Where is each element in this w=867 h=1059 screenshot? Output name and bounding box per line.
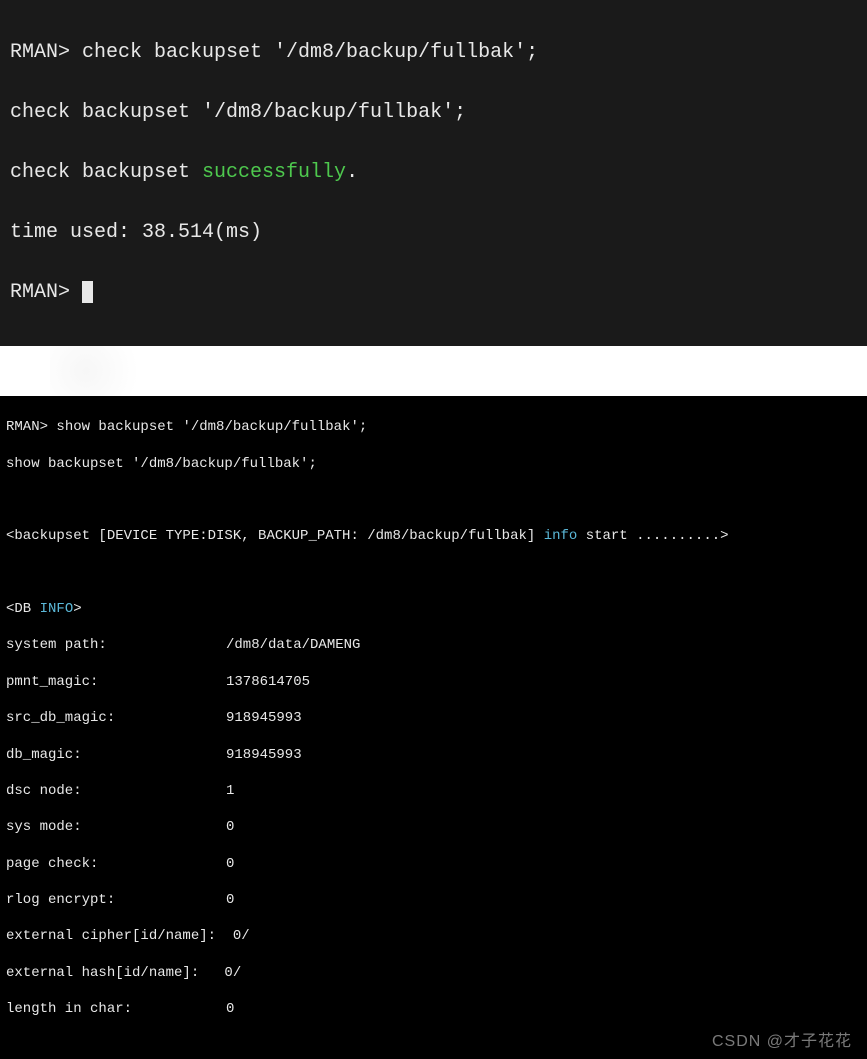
kv-row: rlog encrypt:0: [6, 891, 861, 909]
success-text: successfully: [202, 161, 346, 184]
kv-label: dsc node:: [6, 782, 226, 800]
blank-line: [6, 564, 861, 582]
kv-row: dsc node:1: [6, 782, 861, 800]
command-line-1: RMAN> check backupset '/dm8/backup/fullb…: [10, 38, 857, 68]
kv-label: length in char:: [6, 1000, 226, 1018]
info-keyword: info: [544, 528, 578, 544]
rman-prompt: RMAN>: [6, 419, 56, 435]
kv-value: /dm8/data/DAMENG: [226, 637, 360, 653]
kv-row: src_db_magic:918945993: [6, 709, 861, 727]
kv-row: sys mode:0: [6, 818, 861, 836]
kv-label: src_db_magic:: [6, 709, 226, 727]
echo-line-2: show backupset '/dm8/backup/fullbak';: [6, 455, 861, 473]
cursor-icon: [82, 281, 93, 303]
kv-row: db_magic:918945993: [6, 746, 861, 764]
kv-value: 0: [226, 856, 234, 872]
kv-label: db_magic:: [6, 746, 226, 764]
kv-label: system path:: [6, 636, 226, 654]
check-command: check backupset '/dm8/backup/fullbak';: [82, 41, 538, 64]
gap-area: [0, 346, 867, 396]
kv-value: 918945993: [226, 710, 302, 726]
db-info-header: <DB INFO>: [6, 600, 861, 618]
result-line: check backupset successfully.: [10, 158, 857, 188]
kv-label: pmnt_magic:: [6, 673, 226, 691]
info-keyword: INFO: [40, 601, 74, 617]
kv-value: 0: [226, 819, 234, 835]
command-line-2: RMAN> show backupset '/dm8/backup/fullba…: [6, 418, 861, 436]
kv-value: 918945993: [226, 747, 302, 763]
kv-label: sys mode:: [6, 818, 226, 836]
external-hash-row: external hash[id/name]: 0/: [6, 964, 861, 982]
external-cipher-row: external cipher[id/name]: 0/: [6, 927, 861, 945]
kv-label: page check:: [6, 855, 226, 873]
kv-value: 0: [226, 892, 234, 908]
backupset-info-line: <backupset [DEVICE TYPE:DISK, BACKUP_PAT…: [6, 527, 861, 545]
prompt-line[interactable]: RMAN>: [10, 278, 857, 308]
kv-value: 1: [226, 783, 234, 799]
kv-value: 1378614705: [226, 674, 310, 690]
kv-label: rlog encrypt:: [6, 891, 226, 909]
echo-line: check backupset '/dm8/backup/fullbak';: [10, 98, 857, 128]
kv-row: pmnt_magic:1378614705: [6, 673, 861, 691]
time-used-line: time used: 38.514(ms): [10, 218, 857, 248]
blank-line: [6, 491, 861, 509]
kv-row: page check:0: [6, 855, 861, 873]
rman-prompt: RMAN>: [10, 281, 82, 304]
rman-prompt: RMAN>: [10, 41, 82, 64]
terminal-check-backupset: RMAN> check backupset '/dm8/backup/fullb…: [0, 0, 867, 346]
terminal-show-backupset: RMAN> show backupset '/dm8/backup/fullba…: [0, 396, 867, 1059]
kv-value: 0: [226, 1001, 234, 1017]
faint-watermark: [50, 346, 170, 396]
kv-row: length in char:0: [6, 1000, 861, 1018]
csdn-watermark: CSDN @才子花花: [712, 1032, 852, 1053]
kv-row: system path:/dm8/data/DAMENG: [6, 636, 861, 654]
show-command: show backupset '/dm8/backup/fullbak';: [56, 419, 367, 435]
